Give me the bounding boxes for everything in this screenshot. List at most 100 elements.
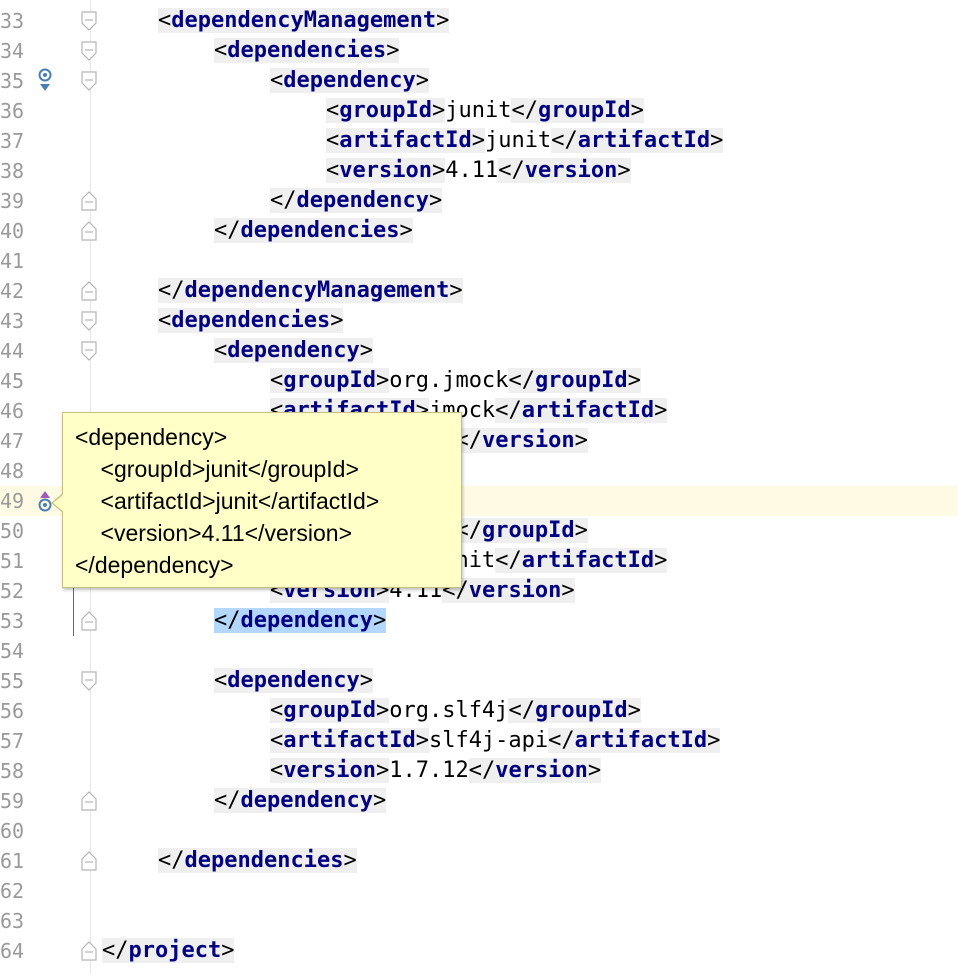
tag-bracket: > bbox=[574, 518, 588, 543]
code-line[interactable]: 45 <groupId>org.jmock</groupId> bbox=[0, 366, 958, 396]
fold-start-icon[interactable] bbox=[80, 6, 100, 36]
tag-name: dependency bbox=[227, 668, 360, 693]
tooltip-line: <artifactId>junit</artifactId> bbox=[75, 488, 380, 514]
tag-name: dependencies bbox=[240, 218, 400, 243]
tag-slash: / bbox=[524, 98, 538, 123]
tag-bracket: > bbox=[617, 158, 631, 183]
overridden-dependency-icon[interactable] bbox=[35, 66, 57, 96]
code-line[interactable]: 44 <dependency> bbox=[0, 336, 958, 366]
fold-end-icon[interactable] bbox=[80, 216, 100, 246]
code-line[interactable]: 57 <artifactId>slf4j-api</artifactId> bbox=[0, 726, 958, 756]
code-line[interactable]: 35 <dependency> bbox=[0, 66, 958, 96]
tag-bracket: > bbox=[561, 578, 575, 603]
code-text: <dependency> bbox=[270, 66, 429, 96]
line-number: 45 bbox=[0, 369, 25, 393]
fold-start-icon[interactable] bbox=[80, 306, 100, 336]
fold-end-icon[interactable] bbox=[80, 186, 100, 216]
code-line[interactable]: 59 </dependency> bbox=[0, 786, 958, 816]
tag-name: artifactId bbox=[521, 398, 655, 423]
line-number: 61 bbox=[0, 849, 25, 873]
code-text: <dependencies> bbox=[214, 36, 400, 66]
code-line[interactable]: 58 <version>1.7.12</version> bbox=[0, 756, 958, 786]
code-line[interactable]: 41 bbox=[0, 246, 958, 276]
code-line[interactable]: 56 <groupId>org.slf4j</groupId> bbox=[0, 696, 958, 726]
tag-slash: / bbox=[511, 158, 525, 183]
code-line[interactable]: 42 </dependencyManagement> bbox=[0, 276, 958, 306]
code-line[interactable]: 54 bbox=[0, 636, 958, 666]
code-line[interactable]: 61 </dependencies> bbox=[0, 846, 958, 876]
tag-bracket: > bbox=[359, 668, 373, 693]
tag-bracket: > bbox=[627, 698, 641, 723]
line-number: 49 bbox=[0, 489, 25, 513]
tag-bracket: < bbox=[214, 608, 228, 633]
tag-name: dependencyManagement bbox=[171, 8, 437, 33]
tag-bracket: > bbox=[343, 848, 357, 873]
code-line[interactable]: 38 <version>4.11</version> bbox=[0, 156, 958, 186]
code-line[interactable]: 40 </dependencies> bbox=[0, 216, 958, 246]
tag-bracket: > bbox=[372, 608, 387, 633]
tooltip-line: <version>4.11</version> bbox=[75, 520, 353, 546]
code-line[interactable]: 36 <groupId>junit</groupId> bbox=[0, 96, 958, 126]
code-line[interactable]: 62 bbox=[0, 876, 958, 906]
tag-name: version bbox=[283, 758, 376, 783]
fold-end-icon[interactable] bbox=[80, 606, 100, 636]
tag-bracket: < bbox=[270, 188, 284, 213]
tag-bracket: < bbox=[102, 938, 116, 963]
code-line[interactable]: 55 <dependency> bbox=[0, 666, 958, 696]
line-number: 59 bbox=[0, 789, 25, 813]
fold-start-icon[interactable] bbox=[80, 36, 100, 66]
code-line[interactable]: 60 bbox=[0, 816, 958, 846]
code-line[interactable]: 37 <artifactId>junit</artifactId> bbox=[0, 126, 958, 156]
fold-end-icon[interactable] bbox=[80, 786, 100, 816]
xml-tag: </groupId> bbox=[508, 698, 641, 723]
fold-end-icon[interactable] bbox=[80, 846, 100, 876]
fold-start-icon[interactable] bbox=[80, 66, 100, 96]
code-text: <dependency> bbox=[214, 666, 373, 696]
tag-bracket: < bbox=[158, 278, 172, 303]
tag-name: dependency bbox=[227, 338, 360, 363]
code-line[interactable]: 39 </dependency> bbox=[0, 186, 958, 216]
tag-name: version bbox=[495, 758, 588, 783]
tag-name: artifactId bbox=[521, 548, 655, 573]
tag-bracket: > bbox=[436, 8, 450, 33]
xml-tag: </artifactId> bbox=[551, 128, 724, 153]
duplicate-dependency-tooltip: <dependency> <groupId>junit</groupId> <a… bbox=[51, 412, 462, 588]
tag-bracket: < bbox=[326, 128, 340, 153]
line-number: 47 bbox=[0, 429, 25, 453]
code-line[interactable]: 43 <dependencies> bbox=[0, 306, 958, 336]
tag-bracket: > bbox=[375, 368, 390, 393]
fold-start-icon[interactable] bbox=[80, 336, 100, 366]
line-number: 38 bbox=[0, 159, 25, 183]
tag-bracket: < bbox=[214, 338, 228, 363]
code-text: </dependencyManagement> bbox=[158, 276, 463, 306]
line-number: 56 bbox=[0, 699, 25, 723]
tag-bracket: > bbox=[375, 758, 390, 783]
tag-bracket: < bbox=[326, 158, 340, 183]
code-line[interactable]: 34 <dependencies> bbox=[0, 36, 958, 66]
tag-bracket: < bbox=[270, 758, 284, 783]
tag-bracket: > bbox=[330, 308, 344, 333]
tag-value: 1.7.12 bbox=[389, 758, 469, 783]
tag-bracket: < bbox=[468, 758, 482, 783]
code-line[interactable]: 33 <dependencyManagement> bbox=[0, 6, 958, 36]
tag-slash: / bbox=[468, 428, 482, 453]
tag-bracket: > bbox=[710, 128, 724, 153]
fold-end-icon[interactable] bbox=[80, 936, 100, 966]
fold-start-icon[interactable] bbox=[80, 666, 100, 696]
code-line[interactable]: 63 bbox=[0, 906, 958, 936]
xml-tag: </dependency> bbox=[270, 188, 443, 213]
xml-tag: </dependencies> bbox=[214, 218, 413, 243]
tag-slash: / bbox=[508, 398, 522, 423]
tag-bracket: > bbox=[415, 728, 429, 753]
tag-bracket: < bbox=[495, 398, 509, 423]
fold-end-icon[interactable] bbox=[80, 276, 100, 306]
tooltip-line: <dependency> bbox=[75, 424, 228, 450]
code-text: </dependencies> bbox=[214, 216, 413, 246]
xml-tag: <dependencies> bbox=[158, 308, 344, 333]
tag-value: org.slf4j bbox=[389, 698, 509, 723]
tag-slash: / bbox=[468, 518, 482, 543]
tag-bracket: < bbox=[326, 98, 340, 123]
tag-bracket: < bbox=[270, 728, 284, 753]
code-line[interactable]: 64 </project> bbox=[0, 936, 958, 966]
code-line[interactable]: 53 </dependency> bbox=[0, 606, 958, 636]
